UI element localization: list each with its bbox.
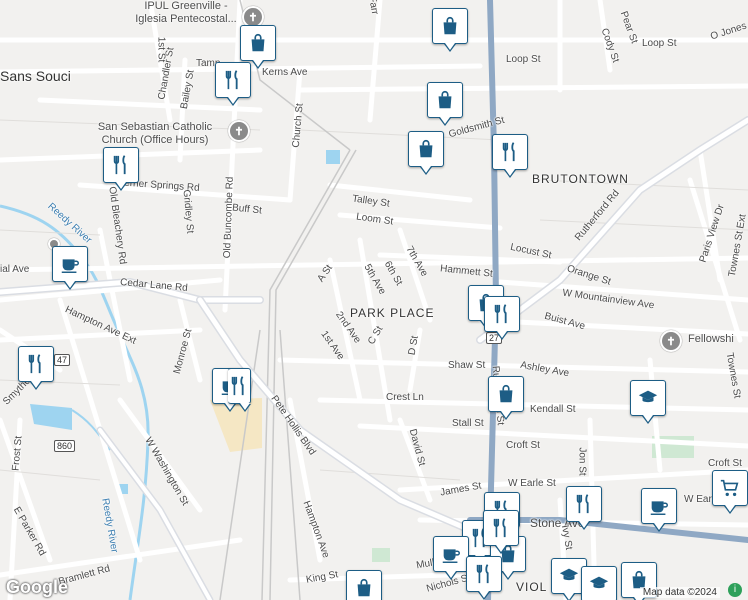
street-label: 1st St: [155, 36, 167, 63]
restaurant-pin[interactable]: [566, 486, 602, 530]
cafe-pin[interactable]: [52, 246, 88, 290]
shopping-bag-icon: [415, 138, 437, 160]
fork-knife-icon: [473, 563, 495, 585]
route-shield: 47: [54, 354, 71, 366]
shopping-pin[interactable]: [408, 131, 444, 175]
restaurant-pin[interactable]: [18, 346, 54, 390]
church-marker[interactable]: ✝: [660, 330, 682, 352]
street-label: Stall St: [452, 418, 484, 429]
route-shield: 860: [54, 440, 76, 452]
poi-label: San Sebastian Catholic Church (Office Ho…: [97, 121, 213, 146]
restaurant-pin[interactable]: [228, 368, 251, 412]
coffee-cup-icon: [648, 495, 670, 517]
street-label: Croft St: [708, 458, 742, 469]
fork-knife-icon: [490, 517, 512, 539]
shopping-pin[interactable]: [346, 570, 382, 600]
shopping-bag-icon: [495, 383, 517, 405]
shopping-bag-icon: [439, 15, 461, 37]
street-label: W Earle St: [508, 478, 556, 489]
graduation-cap-icon: [637, 387, 659, 409]
street-label: Kerns Ave: [262, 67, 308, 78]
google-logo: Google: [6, 577, 68, 597]
church-marker[interactable]: ✝: [228, 120, 250, 142]
shopping-bag-icon: [353, 577, 375, 599]
street-label: Farr: [366, 0, 381, 16]
map-attribution[interactable]: Map data ©2024: [639, 587, 720, 598]
fork-knife-icon: [491, 303, 513, 325]
restaurant-pin[interactable]: [492, 134, 528, 178]
shopping-cart-icon: [719, 477, 741, 499]
graduation-cap-icon: [558, 565, 580, 587]
coffee-cup-icon: [59, 253, 81, 275]
poi-label: IPUL Greenville - Iglesia Pentecostal...: [135, 0, 237, 25]
info-icon[interactable]: i: [728, 583, 742, 597]
shopping-pin[interactable]: [488, 376, 524, 420]
fork-knife-icon: [499, 141, 521, 163]
fork-knife-icon: [228, 375, 250, 397]
area-label: VIOL: [516, 580, 548, 594]
restaurant-pin[interactable]: [215, 62, 251, 106]
cafe-pin[interactable]: [641, 488, 677, 532]
restaurant-pin[interactable]: [466, 556, 502, 600]
street-label: Kendall St: [530, 404, 576, 415]
poi-label: Fellowshi: [688, 333, 734, 345]
fork-knife-icon: [25, 353, 47, 375]
fork-knife-icon: [573, 493, 595, 515]
shopping-pin[interactable]: [240, 25, 276, 69]
school-pin[interactable]: [581, 566, 617, 600]
shopping-pin[interactable]: [432, 8, 468, 52]
area-label: PARK PLACE: [350, 306, 435, 320]
map-view[interactable]: Sans Souci BRUTONTOWN PARK PLACE VIOL IP…: [0, 0, 748, 600]
restaurant-pin[interactable]: [483, 510, 519, 554]
street-label: Jon St: [576, 447, 588, 476]
street-label: Croft St: [506, 440, 540, 451]
shopping-pin[interactable]: [427, 82, 463, 126]
area-label: BRUTONTOWN: [532, 172, 629, 186]
shopping-bag-icon: [247, 32, 269, 54]
restaurant-pin[interactable]: [103, 147, 139, 191]
fork-knife-icon: [222, 69, 244, 91]
street-label: ial Ave: [0, 264, 30, 275]
restaurant-pin[interactable]: [484, 296, 520, 340]
area-label: Sans Souci: [0, 68, 71, 84]
shopping-bag-icon: [434, 89, 456, 111]
coffee-cup-icon: [440, 543, 462, 565]
street-label: Loop St: [642, 38, 677, 49]
street-label: Loop St: [506, 54, 541, 65]
street-label: Shaw St: [448, 360, 486, 371]
street-label: Crest Ln: [386, 392, 424, 403]
fork-knife-icon: [110, 154, 132, 176]
grocery-pin[interactable]: [712, 470, 748, 514]
graduation-cap-icon: [588, 573, 610, 595]
school-pin[interactable]: [630, 380, 666, 424]
cafe-pin[interactable]: [433, 536, 469, 580]
